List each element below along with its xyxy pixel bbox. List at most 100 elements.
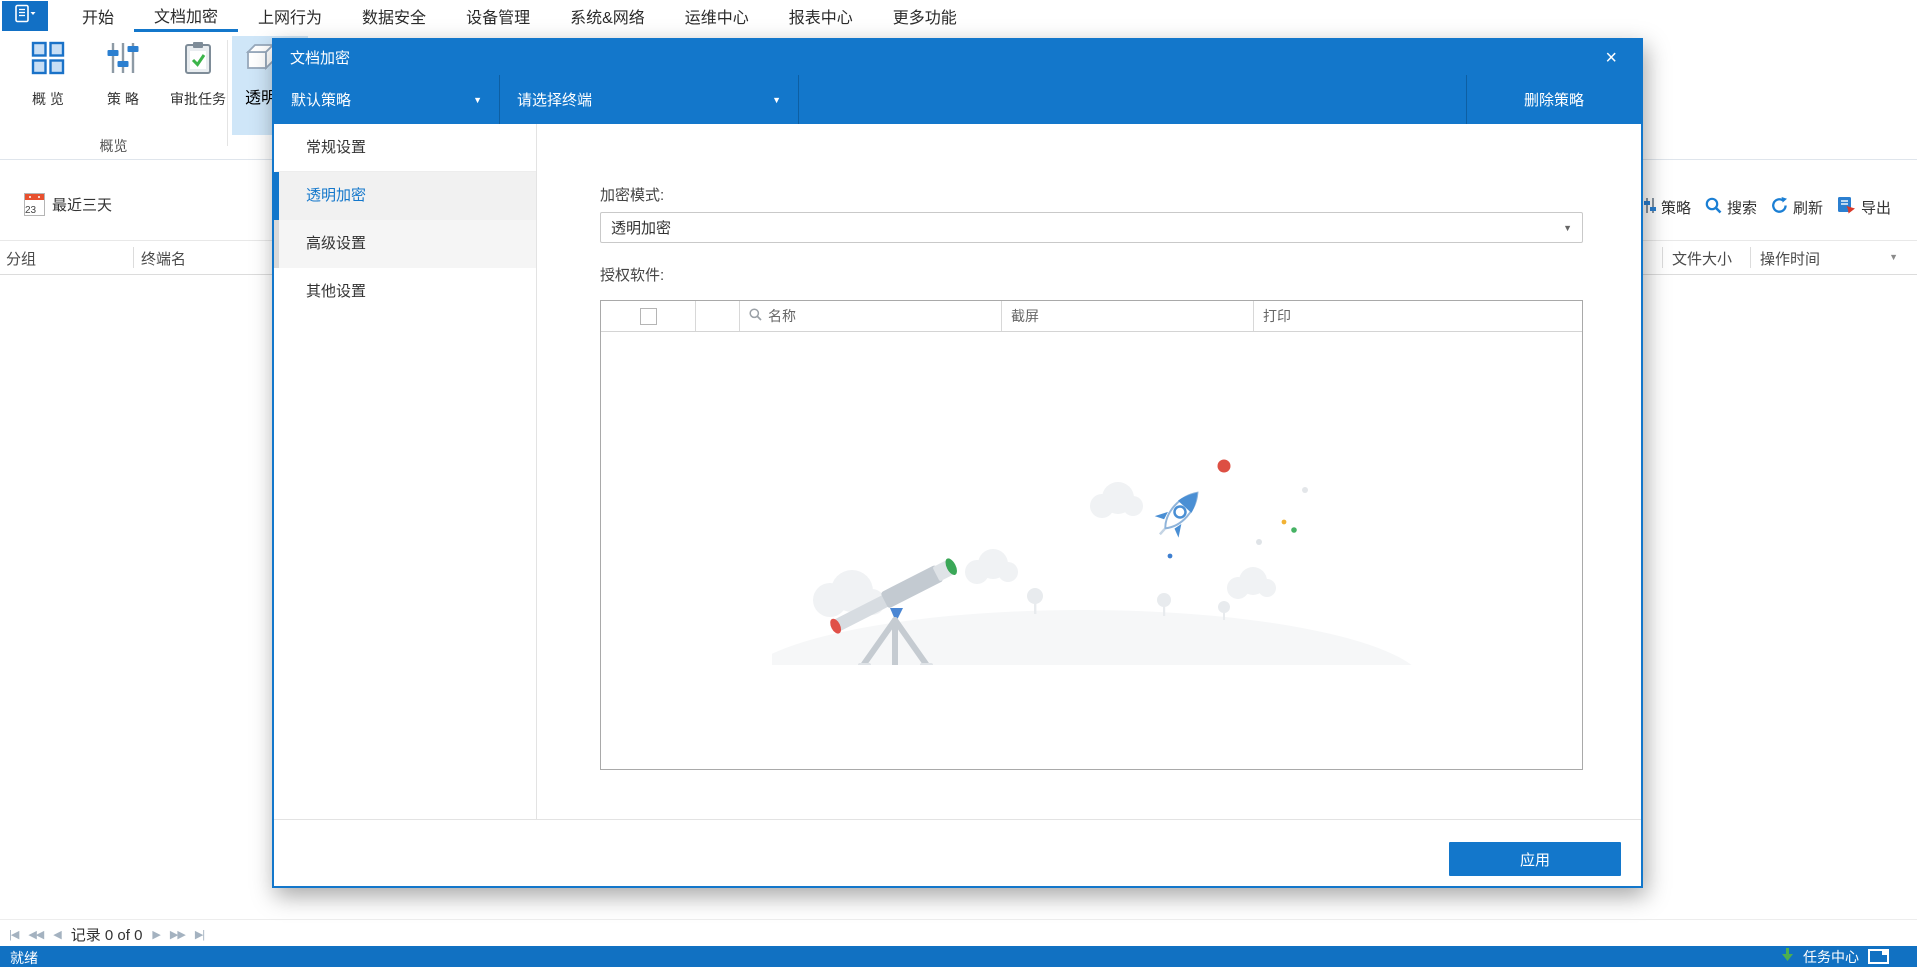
- column-divider: [1662, 247, 1663, 268]
- last-page-icon[interactable]: ▶|: [195, 928, 205, 941]
- ribbon-button-policy[interactable]: 策 略: [88, 36, 158, 109]
- main-menu-tabs: 开始 文档加密 上网行为 数据安全 设备管理 系统&网络 运维中心 报表中心 更…: [62, 0, 977, 32]
- download-arrow-icon: [1781, 947, 1794, 966]
- empty-state-illustration: [736, 450, 1427, 766]
- fast-prev-page-icon[interactable]: ◀◀: [28, 928, 44, 941]
- refresh-button[interactable]: 刷新: [1771, 196, 1823, 218]
- clipboard-check-icon: [181, 41, 215, 80]
- nav-item-other-settings[interactable]: 其他设置: [274, 268, 536, 316]
- next-page-icon[interactable]: ▶: [152, 928, 161, 941]
- list-toolbar: 策略 搜索 刷新 导出: [1643, 196, 1891, 218]
- search-icon: [1705, 197, 1722, 218]
- pagination-divider: [0, 919, 1917, 920]
- select-all-checkbox[interactable]: [639, 307, 657, 325]
- software-table-empty-body: [601, 332, 1582, 770]
- refresh-label: 刷新: [1792, 199, 1823, 217]
- settings-panel: 加密模式: 透明加密 ▼ 授权软件: 名称 截屏 打印: [537, 124, 1641, 820]
- export-label: 导出: [1860, 199, 1891, 217]
- close-icon[interactable]: ×: [1597, 48, 1625, 68]
- ribbon-button-overview[interactable]: 概 览: [8, 36, 88, 109]
- app-window: 开始 文档加密 上网行为 数据安全 设备管理 系统&网络 运维中心 报表中心 更…: [0, 0, 1917, 967]
- column-header-terminal-name[interactable]: 终端名: [141, 248, 186, 269]
- sliders-small-icon: [1643, 197, 1656, 218]
- dialog-footer: 应用: [274, 819, 1641, 886]
- search-label: 搜索: [1726, 199, 1757, 217]
- chevron-down-icon: ▼: [1563, 222, 1572, 233]
- refresh-icon: [1771, 196, 1788, 218]
- print-column-cell: 打印: [1254, 301, 1582, 331]
- terminal-selector-dropdown[interactable]: 请选择终端 ▼: [500, 75, 799, 124]
- column-header-operation-time[interactable]: 操作时间: [1760, 248, 1820, 269]
- menu-tab-device-management[interactable]: 设备管理: [446, 0, 550, 32]
- app-menu-button[interactable]: [2, 1, 48, 31]
- column-divider: [1750, 247, 1751, 268]
- ribbon-group-label: 概览: [99, 138, 128, 154]
- dialog-toolbar: 默认策略 ▼ 请选择终端 ▼ 删除策略: [274, 75, 1641, 124]
- sliders-icon: [106, 41, 140, 80]
- fast-next-page-icon[interactable]: ▶▶: [170, 928, 186, 941]
- column-divider: [133, 247, 134, 268]
- prev-page-icon[interactable]: ◀: [53, 928, 62, 941]
- chevron-down-icon: ▼: [473, 94, 482, 105]
- export-button[interactable]: 导出: [1837, 196, 1891, 218]
- authorized-software-table: 名称 截屏 打印: [600, 300, 1583, 770]
- dialog-titlebar: 文档加密 ×: [274, 40, 1641, 75]
- menu-tab-system-network[interactable]: 系统&网络: [550, 0, 665, 32]
- status-ready-label: 就绪: [10, 950, 38, 966]
- ribbon-group-separator: [227, 40, 228, 146]
- policy-selector-dropdown[interactable]: 默认策略 ▼: [274, 75, 500, 124]
- nav-item-advanced-settings[interactable]: 高级设置: [274, 220, 536, 268]
- search-button[interactable]: 搜索: [1705, 197, 1757, 218]
- menu-tab-more-features[interactable]: 更多功能: [873, 0, 977, 32]
- menu-tab-internet-behavior[interactable]: 上网行为: [238, 0, 342, 32]
- task-window-icon[interactable]: [1868, 949, 1889, 964]
- policy-selector-value: 默认策略: [291, 92, 352, 109]
- policy-filter-label: 策略: [1660, 199, 1691, 217]
- screenshot-column-label: 截屏: [1011, 308, 1039, 324]
- nav-item-general-settings[interactable]: 常规设置: [274, 124, 536, 172]
- cube-icon: [245, 42, 276, 77]
- doc-encryption-dialog: 文档加密 × 默认策略 ▼ 请选择终端 ▼ 删除策略 常规设置 透明加密 高级设…: [272, 38, 1643, 888]
- date-range-filter[interactable]: 23 最近三天: [24, 193, 112, 216]
- blank-column-cell: [696, 301, 740, 331]
- column-header-group[interactable]: 分组: [6, 248, 36, 269]
- encryption-mode-label: 加密模式:: [600, 187, 665, 204]
- column-header-file-size[interactable]: 文件大小: [1672, 248, 1732, 269]
- statusbar: 就绪 任务中心: [0, 946, 1917, 967]
- record-count-label: 记录 0 of 0: [70, 926, 143, 944]
- menubar: 开始 文档加密 上网行为 数据安全 设备管理 系统&网络 运维中心 报表中心 更…: [0, 0, 1917, 33]
- menu-tab-doc-encryption[interactable]: 文档加密: [134, 0, 239, 32]
- policy-filter-button[interactable]: 策略: [1643, 197, 1691, 218]
- apply-button-label: 应用: [1519, 851, 1550, 869]
- export-icon: [1837, 196, 1856, 218]
- name-column-cell[interactable]: 名称: [740, 301, 1002, 331]
- nav-item-transparent-encryption[interactable]: 透明加密: [274, 172, 536, 220]
- delete-policy-button[interactable]: 删除策略: [1466, 75, 1641, 124]
- grid-overview-icon: [31, 41, 65, 80]
- pagination-bar: |◀ ◀◀ ◀ 记录 0 of 0 ▶ ▶▶ ▶|: [9, 922, 205, 946]
- print-column-label: 打印: [1263, 308, 1291, 324]
- ribbon-button-label: 策 略: [107, 91, 139, 107]
- software-table-header: 名称 截屏 打印: [601, 301, 1582, 332]
- apply-button[interactable]: 应用: [1449, 842, 1621, 876]
- task-center-button[interactable]: 任务中心: [1803, 947, 1859, 967]
- chevron-down-icon: ▼: [772, 94, 781, 105]
- ribbon-button-label: 审批任务: [170, 91, 226, 107]
- name-column-label: 名称: [768, 308, 796, 324]
- menu-tab-ops-center[interactable]: 运维中心: [665, 0, 769, 32]
- app-logo-icon: [13, 4, 37, 28]
- ribbon-button-label: 概 览: [32, 91, 64, 107]
- menu-tab-data-security[interactable]: 数据安全: [342, 0, 446, 32]
- date-range-label: 最近三天: [52, 197, 113, 214]
- delete-policy-label: 删除策略: [1523, 92, 1584, 109]
- dialog-title: 文档加密: [290, 50, 351, 67]
- encryption-mode-value: 透明加密: [611, 220, 672, 237]
- encryption-mode-select[interactable]: 透明加密 ▼: [600, 212, 1583, 243]
- menu-tab-report-center[interactable]: 报表中心: [769, 0, 873, 32]
- terminal-selector-value: 请选择终端: [517, 92, 593, 109]
- first-page-icon[interactable]: |◀: [9, 928, 19, 941]
- dialog-body: 常规设置 透明加密 高级设置 其他设置 加密模式: 透明加密 ▼ 授权软件: 名…: [274, 124, 1641, 820]
- column-picker-caret-icon[interactable]: ▼: [1889, 252, 1898, 262]
- menu-tab-start[interactable]: 开始: [62, 0, 134, 32]
- calendar-icon: 23: [24, 193, 45, 216]
